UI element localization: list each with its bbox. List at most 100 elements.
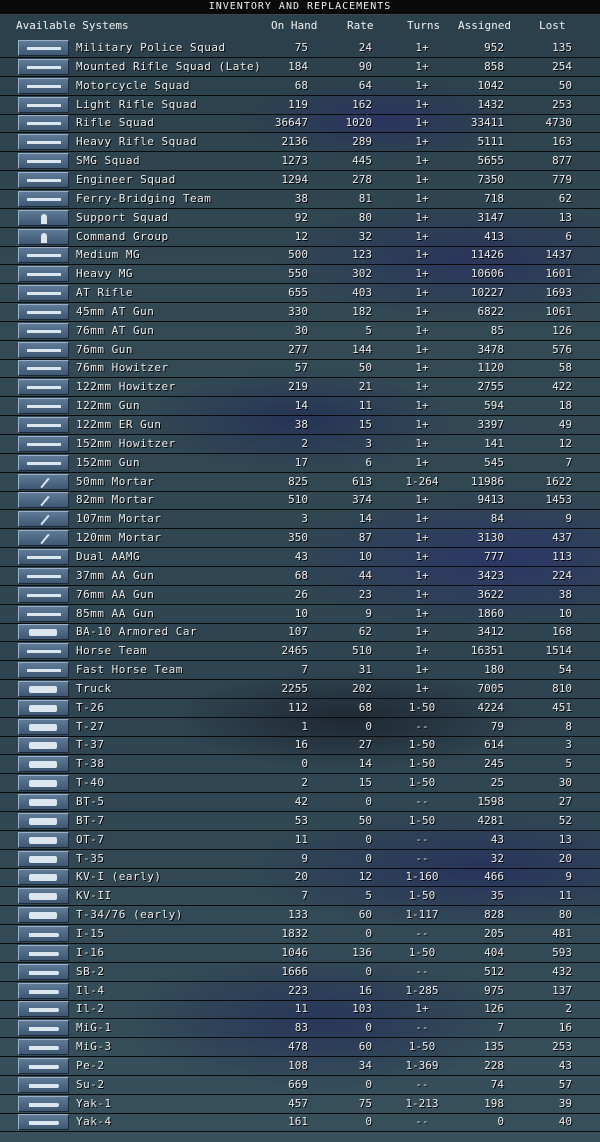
table-row[interactable]: Heavy Rifle Squad 2136 289 1+ 5111 163	[0, 133, 600, 153]
table-row[interactable]: Truck 2255 202 1+ 7005 810	[0, 680, 600, 699]
table-row[interactable]: 76mm AA Gun 26 23 1+ 3622 38	[0, 586, 600, 605]
unit-icon-button[interactable]	[18, 209, 69, 226]
table-row[interactable]: SB-2 1666 0 -- 512 432	[0, 963, 600, 982]
unit-icon-button[interactable]	[18, 624, 69, 641]
unit-icon-button[interactable]	[18, 756, 69, 773]
table-row[interactable]: Light Rifle Squad 119 162 1+ 1432 253	[0, 96, 600, 115]
unit-icon-button[interactable]	[18, 58, 69, 75]
unit-icon-button[interactable]	[18, 548, 69, 565]
table-row[interactable]: T-34/76 (early) 133 60 1-117 828 80	[0, 906, 600, 926]
table-row[interactable]: Support Squad 92 80 1+ 3147 13	[0, 209, 600, 228]
unit-icon-button[interactable]	[18, 40, 69, 56]
table-row[interactable]: 76mm Gun 277 144 1+ 3478 576	[0, 341, 600, 360]
table-row[interactable]: Horse Team 2465 510 1+ 16351 1514	[0, 642, 600, 662]
table-row[interactable]: Dual AAMG 43 10 1+ 777 113	[0, 548, 600, 567]
table-row[interactable]: 50mm Mortar 825 613 1-264 11986 1622	[0, 473, 600, 492]
unit-icon-button[interactable]	[18, 96, 69, 113]
unit-icon-button[interactable]	[18, 322, 69, 339]
table-row[interactable]: Su-2 669 0 -- 74 57	[0, 1076, 600, 1095]
table-row[interactable]: T-27 1 0 -- 79 8	[0, 718, 600, 737]
table-row[interactable]: T-38 0 14 1-50 245 5	[0, 755, 600, 775]
unit-icon-button[interactable]	[18, 794, 69, 810]
table-row[interactable]: Medium MG 500 123 1+ 11426 1437	[0, 246, 600, 266]
table-row[interactable]: 120mm Mortar 350 87 1+ 3130 437	[0, 529, 600, 549]
table-row[interactable]: 122mm Howitzer 219 21 1+ 2755 422	[0, 378, 600, 398]
table-row[interactable]: T-40 2 15 1-50 25 30	[0, 774, 600, 794]
table-row[interactable]: MiG-3 478 60 1-50 135 253	[0, 1038, 600, 1058]
table-row[interactable]: 85mm AA Gun 10 9 1+ 1860 10	[0, 605, 600, 624]
unit-icon-button[interactable]	[18, 266, 69, 283]
table-row[interactable]: BT-7 53 50 1-50 4281 52	[0, 812, 600, 831]
table-row[interactable]: MiG-1 83 0 -- 7 16	[0, 1019, 600, 1039]
table-row[interactable]: Command Group 12 32 1+ 413 6	[0, 228, 600, 247]
table-row[interactable]: I-15 1832 0 -- 205 481	[0, 925, 600, 944]
table-row[interactable]: 76mm Howitzer 57 50 1+ 1120 58	[0, 359, 600, 379]
table-row[interactable]: 122mm ER Gun 38 15 1+ 3397 49	[0, 416, 600, 435]
table-row[interactable]: Pe-2 108 34 1-369 228 43	[0, 1057, 600, 1076]
unit-icon-button[interactable]	[18, 680, 69, 697]
table-row[interactable]: AT Rifle 655 403 1+ 10227 1693	[0, 284, 600, 304]
unit-icon-button[interactable]	[18, 492, 69, 509]
unit-icon-button[interactable]	[18, 511, 69, 528]
table-row[interactable]: 122mm Gun 14 11 1+ 594 18	[0, 397, 600, 417]
table-row[interactable]: 152mm Gun 17 6 1+ 545 7	[0, 454, 600, 473]
unit-icon-button[interactable]	[18, 643, 69, 660]
unit-icon-button[interactable]	[18, 699, 69, 716]
unit-icon-button[interactable]	[18, 850, 69, 867]
unit-icon-button[interactable]	[18, 398, 69, 415]
table-row[interactable]: Rifle Squad 36647 1020 1+ 33411 4730	[0, 114, 600, 134]
unit-icon-button[interactable]	[18, 190, 69, 207]
table-row[interactable]: 45mm AT Gun 330 182 1+ 6822 1061	[0, 303, 600, 322]
table-row[interactable]: 37mm AA Gun 68 44 1+ 3423 224	[0, 567, 600, 586]
table-row[interactable]: 76mm AT Gun 30 5 1+ 85 126	[0, 322, 600, 341]
unit-icon-button[interactable]	[18, 925, 69, 942]
unit-icon-button[interactable]	[18, 1114, 69, 1131]
unit-icon-button[interactable]	[18, 153, 69, 170]
unit-icon-button[interactable]	[18, 944, 69, 961]
unit-icon-button[interactable]	[18, 963, 69, 980]
unit-icon-button[interactable]	[18, 303, 69, 320]
unit-icon-button[interactable]	[18, 831, 69, 848]
unit-icon-button[interactable]	[18, 473, 69, 490]
unit-icon-button[interactable]	[18, 586, 69, 603]
unit-icon-button[interactable]	[18, 77, 69, 94]
unit-icon-button[interactable]	[18, 134, 69, 151]
table-row[interactable]: Yak-1 457 75 1-213 198 39	[0, 1095, 600, 1114]
unit-icon-button[interactable]	[18, 435, 69, 452]
unit-icon-button[interactable]	[18, 228, 69, 245]
unit-icon-button[interactable]	[18, 360, 69, 377]
table-row[interactable]: SMG Squad 1273 445 1+ 5655 877	[0, 152, 600, 172]
table-row[interactable]: Yak-4 161 0 -- 0 40	[0, 1113, 600, 1133]
table-row[interactable]: Ferry-Bridging Team 38 81 1+ 718 62	[0, 190, 600, 209]
table-row[interactable]: BA-10 Armored Car 107 62 1+ 3412 168	[0, 623, 600, 643]
table-row[interactable]: OT-7 11 0 -- 43 13	[0, 831, 600, 850]
unit-icon-button[interactable]	[18, 341, 69, 358]
unit-icon-button[interactable]	[18, 171, 69, 188]
table-row[interactable]: Military Police Squad 75 24 1+ 952 135	[0, 39, 600, 58]
unit-icon-button[interactable]	[18, 737, 69, 754]
table-row[interactable]: T-26 112 68 1-50 4224 451	[0, 699, 600, 718]
unit-icon-button[interactable]	[18, 1020, 69, 1037]
table-row[interactable]: I-16 1046 136 1-50 404 593	[0, 944, 600, 963]
table-row[interactable]: 107mm Mortar 3 14 1+ 84 9	[0, 510, 600, 530]
unit-icon-button[interactable]	[18, 379, 69, 396]
table-row[interactable]: 82mm Mortar 510 374 1+ 9413 1453	[0, 491, 600, 511]
unit-icon-button[interactable]	[18, 247, 69, 264]
unit-icon-button[interactable]	[18, 662, 69, 679]
unit-icon-button[interactable]	[18, 417, 69, 433]
unit-icon-button[interactable]	[18, 888, 69, 905]
unit-icon-button[interactable]	[18, 718, 69, 735]
unit-icon-button[interactable]	[18, 982, 69, 999]
table-row[interactable]: Motorcycle Squad 68 64 1+ 1042 50	[0, 77, 600, 96]
unit-icon-button[interactable]	[18, 567, 69, 584]
unit-icon-button[interactable]	[18, 115, 69, 132]
table-row[interactable]: T-35 9 0 -- 32 20	[0, 850, 600, 869]
table-row[interactable]: Engineer Squad 1294 278 1+ 7350 779	[0, 171, 600, 190]
table-row[interactable]: Mounted Rifle Squad (Late) 184 90 1+ 858 254	[0, 58, 600, 77]
unit-icon-button[interactable]	[18, 1076, 69, 1093]
unit-icon-button[interactable]	[18, 775, 69, 792]
unit-icon-button[interactable]	[18, 285, 69, 302]
unit-icon-button[interactable]	[18, 869, 69, 886]
table-row[interactable]: 152mm Howitzer 2 3 1+ 141 12	[0, 435, 600, 454]
unit-icon-button[interactable]	[18, 812, 69, 829]
